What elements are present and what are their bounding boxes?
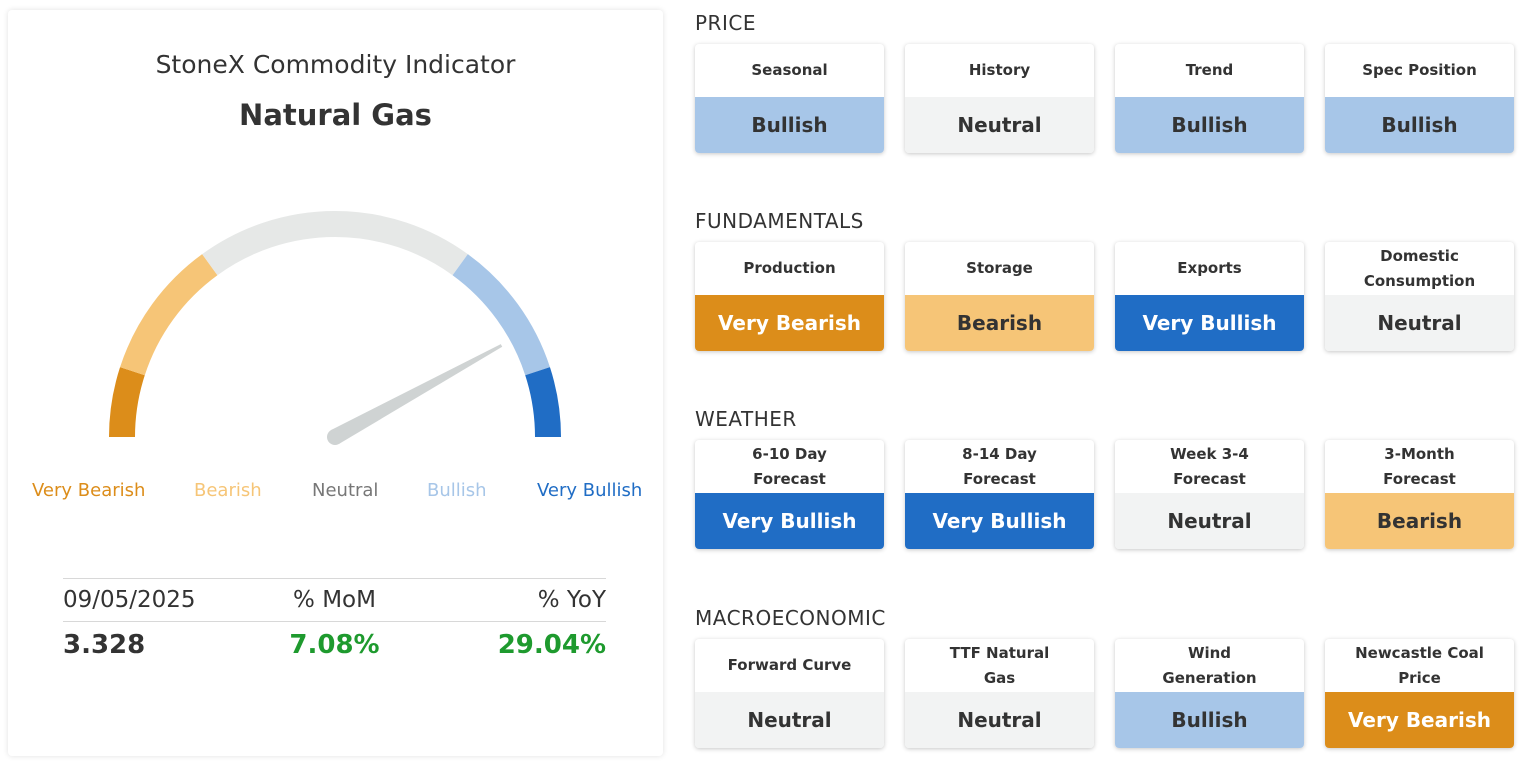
section-title: MACROECONOMIC xyxy=(695,606,886,630)
tile-spec-position[interactable]: Spec Position Bullish xyxy=(1325,44,1514,153)
gauge-needle xyxy=(331,344,503,445)
tile-8-14-day-forecast[interactable]: 8-14 Day Forecast Very Bullish xyxy=(905,440,1094,549)
yoy-label: % YoY xyxy=(537,587,606,613)
mom-label: % MoM xyxy=(293,587,376,613)
tile-forward-curve[interactable]: Forward Curve Neutral xyxy=(695,639,884,748)
gauge-segment-neutral xyxy=(202,211,468,276)
tile-label: TTF Natural Gas xyxy=(949,643,1050,687)
gauge-segment-bearish xyxy=(120,254,218,376)
tile-label: Forward Curve xyxy=(727,656,852,674)
price-value: 3.328 xyxy=(63,629,146,660)
tile-exports[interactable]: Exports Very Bullish xyxy=(1115,242,1304,351)
tile-value: Very Bullish xyxy=(1115,295,1304,351)
tile-value: Bearish xyxy=(1325,493,1514,549)
tile-value: Neutral xyxy=(905,692,1094,748)
gauge-needle-hub xyxy=(327,429,343,445)
gauge-segment-bullish xyxy=(452,254,550,376)
gauge-label-very-bullish: Very Bullish xyxy=(537,480,643,501)
section-title: PRICE xyxy=(695,11,756,35)
tile-3-month-forecast[interactable]: 3-Month Forecast Bearish xyxy=(1325,440,1514,549)
tile-value: Very Bearish xyxy=(1325,692,1514,748)
tile-label: Spec Position xyxy=(1362,61,1477,79)
gauge-label-neutral: Neutral xyxy=(312,480,379,501)
tile-6-10-day-forecast[interactable]: 6-10 Day Forecast Very Bullish xyxy=(695,440,884,549)
tile-value: Neutral xyxy=(695,692,884,748)
tile-production[interactable]: Production Very Bearish xyxy=(695,242,884,351)
tile-week-3-4-forecast[interactable]: Week 3-4 Forecast Neutral xyxy=(1115,440,1304,549)
section-fundamentals: FUNDAMENTALS Production Very Bearish Sto… xyxy=(695,208,1517,351)
section-macroeconomic: MACROECONOMIC Forward Curve Neutral TTF … xyxy=(695,605,1517,748)
tile-value: Bullish xyxy=(1115,692,1304,748)
section-title: FUNDAMENTALS xyxy=(695,209,864,233)
price-stats: 09/05/2025 % MoM % YoY 3.328 7.08% 29.04… xyxy=(63,578,606,667)
stats-value-row: 3.328 7.08% 29.04% xyxy=(63,622,606,667)
tile-value: Neutral xyxy=(905,97,1094,153)
gauge-label-bearish: Bearish xyxy=(194,480,262,501)
tile-domestic-consumption[interactable]: Domestic Consumption Neutral xyxy=(1325,242,1514,351)
tile-label: Wind Generation xyxy=(1162,643,1257,687)
mom-value: 7.08% xyxy=(289,629,380,660)
tile-label: History xyxy=(968,61,1031,79)
tile-value: Neutral xyxy=(1115,493,1304,549)
tile-label: Seasonal xyxy=(751,61,828,79)
indicator-card: StoneX Commodity Indicator Natural Gas V… xyxy=(8,10,663,756)
gauge-segment-very-bearish xyxy=(109,367,145,438)
tile-newcastle-coal-price[interactable]: Newcastle Coal Price Very Bearish xyxy=(1325,639,1514,748)
tile-label: Production xyxy=(743,259,836,277)
tile-value: Bullish xyxy=(1325,97,1514,153)
section-title: WEATHER xyxy=(695,407,797,431)
tile-label: 3-Month Forecast xyxy=(1383,444,1456,488)
section-weather: WEATHER 6-10 Day Forecast Very Bullish 8… xyxy=(695,406,1517,549)
tile-wind-generation[interactable]: Wind Generation Bullish xyxy=(1115,639,1304,748)
tile-value: Very Bearish xyxy=(695,295,884,351)
stats-header-row: 09/05/2025 % MoM % YoY xyxy=(63,579,606,622)
tile-storage[interactable]: Storage Bearish xyxy=(905,242,1094,351)
tile-label: Exports xyxy=(1177,259,1242,277)
tile-history[interactable]: History Neutral xyxy=(905,44,1094,153)
gauge-segment-very-bullish xyxy=(525,367,561,438)
tile-value: Very Bullish xyxy=(695,493,884,549)
gauge-label-bullish: Bullish xyxy=(427,480,487,501)
tile-value: Bullish xyxy=(1115,97,1304,153)
tile-value: Neutral xyxy=(1325,295,1514,351)
tile-label: Domestic Consumption xyxy=(1363,246,1476,290)
tile-label: Newcastle Coal Price xyxy=(1355,643,1484,687)
tile-ttf-natural-gas[interactable]: TTF Natural Gas Neutral xyxy=(905,639,1094,748)
tile-label: 8-14 Day Forecast xyxy=(962,444,1037,488)
tile-value: Bullish xyxy=(695,97,884,153)
tile-trend[interactable]: Trend Bullish xyxy=(1115,44,1304,153)
tile-value: Bearish xyxy=(905,295,1094,351)
tile-label: Week 3-4 Forecast xyxy=(1170,444,1249,488)
section-price: PRICE Seasonal Bullish History Neutral T… xyxy=(695,10,1517,153)
price-date: 09/05/2025 xyxy=(63,587,196,613)
tile-label: 6-10 Day Forecast xyxy=(752,444,827,488)
yoy-value: 29.04% xyxy=(497,629,606,660)
tile-label: Trend xyxy=(1185,61,1234,79)
tile-value: Very Bullish xyxy=(905,493,1094,549)
tile-seasonal[interactable]: Seasonal Bullish xyxy=(695,44,884,153)
gauge-label-very-bearish: Very Bearish xyxy=(32,480,146,501)
tile-label: Storage xyxy=(966,259,1033,277)
